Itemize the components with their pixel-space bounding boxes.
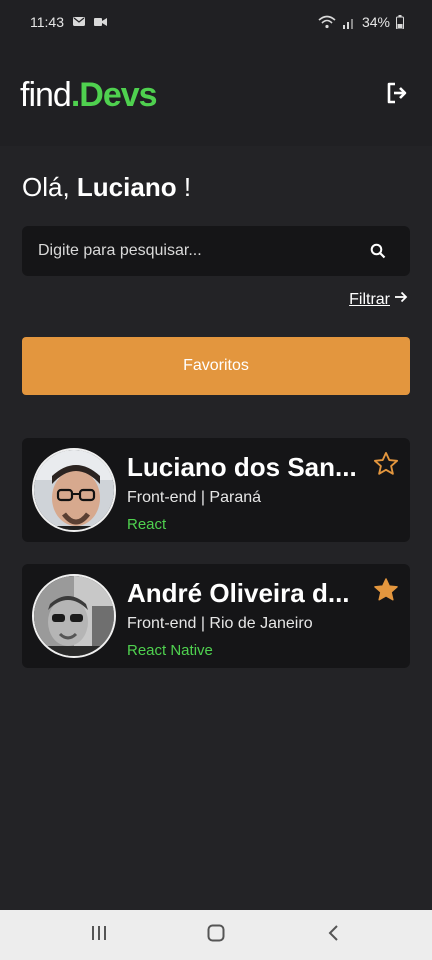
dev-role: Front-end | Paraná — [127, 489, 262, 506]
recent-apps-button[interactable] — [84, 920, 114, 950]
greeting-prefix: Olá, — [22, 172, 70, 202]
greeting-suffix: ! — [183, 172, 192, 202]
signal-icon — [342, 16, 356, 29]
message-icon — [72, 16, 86, 28]
app-header: find.Devs — [0, 44, 432, 146]
dev-tech: React Native — [127, 642, 213, 659]
greeting: Olá, Luciano ! — [22, 172, 191, 203]
status-time: 11:43 — [30, 14, 64, 30]
search-input[interactable] — [38, 242, 338, 260]
avatar — [32, 574, 116, 658]
logout-icon — [386, 82, 408, 109]
dev-role: Front-end | Rio de Janeiro — [127, 615, 313, 632]
greeting-user-name: Luciano — [76, 172, 177, 202]
filter-label: Filtrar — [349, 290, 390, 308]
app-logo: find.Devs — [20, 75, 158, 115]
back-icon — [327, 924, 339, 947]
star-filled-icon[interactable] — [372, 576, 400, 604]
search-bar — [22, 226, 410, 276]
dev-name: Luciano dos San... — [127, 452, 357, 482]
home-icon — [207, 924, 225, 947]
recent-apps-icon — [90, 925, 108, 946]
dev-tech: React — [127, 516, 167, 533]
logo-dot: . — [70, 75, 81, 114]
system-nav-bar — [0, 910, 432, 960]
search-icon[interactable] — [370, 243, 386, 259]
wifi-icon — [318, 15, 336, 29]
arrow-right-icon — [394, 290, 408, 309]
logo-find: find — [20, 75, 72, 114]
dev-name: André Oliveira d... — [127, 578, 350, 608]
favorites-button[interactable]: Favoritos — [22, 337, 410, 395]
video-icon — [94, 17, 107, 27]
dev-card[interactable]: André Oliveira d... Front-end | Rio de J… — [22, 564, 410, 668]
status-left: 11:43 — [30, 14, 107, 30]
battery-percent: 34% — [361, 14, 390, 30]
home-button[interactable] — [201, 920, 231, 950]
battery-icon — [396, 15, 404, 29]
avatar — [32, 448, 116, 532]
status-right: 34% — [318, 14, 404, 30]
logout-button[interactable] — [382, 80, 412, 110]
status-bar: 11:43 34% — [0, 0, 432, 44]
logo-devs: Devs — [79, 75, 157, 114]
back-button[interactable] — [318, 920, 348, 950]
dev-card[interactable]: Luciano dos San... Front-end | Paraná Re… — [22, 438, 410, 542]
star-outline-icon[interactable] — [372, 450, 400, 478]
filter-link[interactable]: Filtrar — [349, 290, 408, 309]
